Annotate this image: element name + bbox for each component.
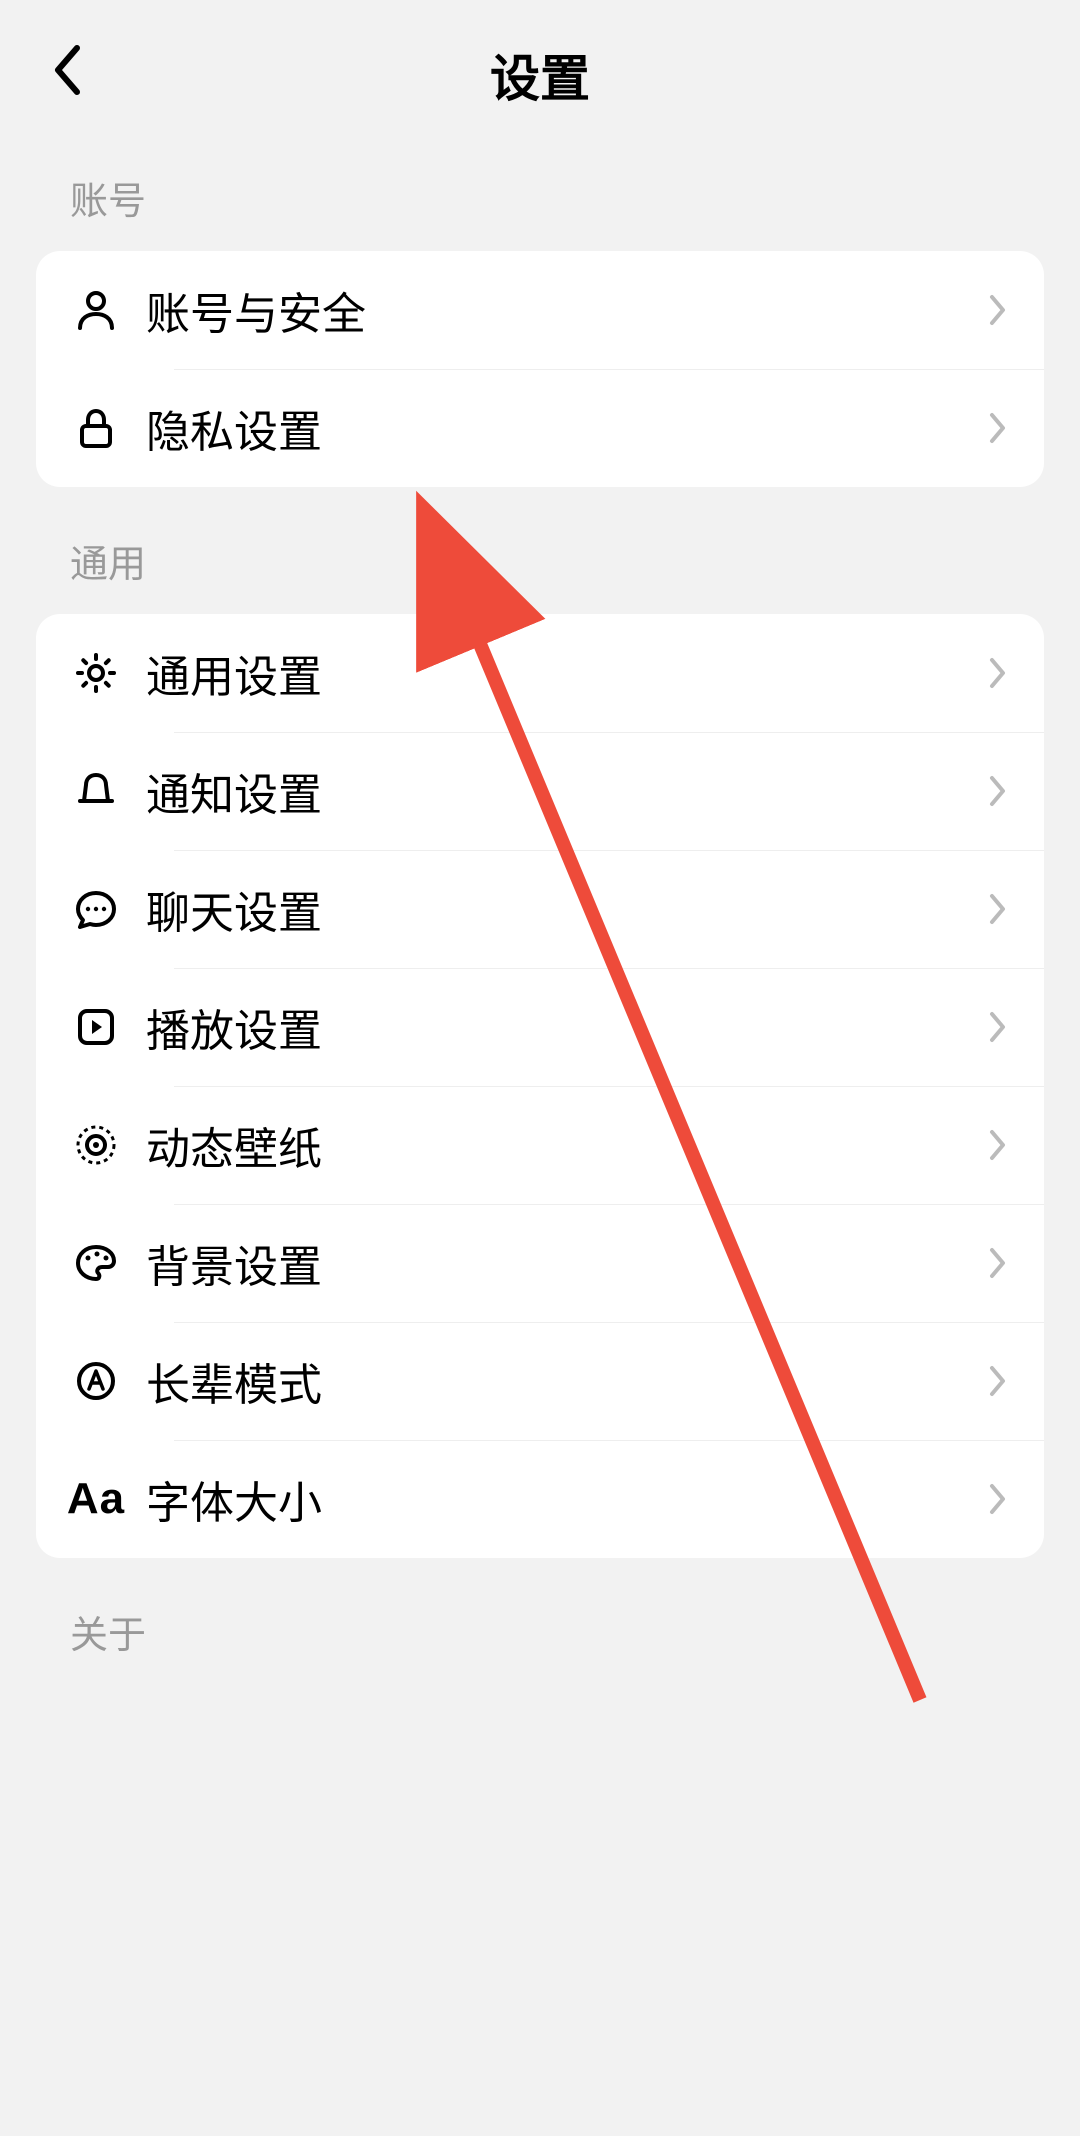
item-label: 背景设置 <box>146 1231 988 1295</box>
back-button[interactable] <box>36 40 96 100</box>
bell-icon <box>72 767 120 815</box>
item-label: 动态壁纸 <box>146 1113 988 1177</box>
chevron-right-icon <box>988 1364 1008 1398</box>
list-item-background-settings[interactable]: 背景设置 <box>36 1204 1044 1322</box>
list-item-elder-mode[interactable]: 长辈模式 <box>36 1322 1044 1440</box>
item-label: 通知设置 <box>146 759 988 823</box>
play-icon <box>72 1003 120 1051</box>
chevron-right-icon <box>988 1010 1008 1044</box>
gear-icon <box>72 649 120 697</box>
page-title: 设置 <box>490 39 590 111</box>
section-header-general: 通用 <box>0 487 1080 614</box>
chevron-left-icon <box>50 43 82 97</box>
chevron-right-icon <box>988 411 1008 445</box>
list-item-general-settings[interactable]: 通用设置 <box>36 614 1044 732</box>
chevron-right-icon <box>988 1246 1008 1280</box>
aa-icon: Aa <box>72 1475 120 1523</box>
chevron-right-icon <box>988 1128 1008 1162</box>
list-item-font-size[interactable]: Aa 字体大小 <box>36 1440 1044 1558</box>
circle-a-icon <box>72 1357 120 1405</box>
section-header-account: 账号 <box>0 140 1080 251</box>
list-item-chat-settings[interactable]: 聊天设置 <box>36 850 1044 968</box>
chevron-right-icon <box>988 293 1008 327</box>
chat-icon <box>72 885 120 933</box>
list-item-notification-settings[interactable]: 通知设置 <box>36 732 1044 850</box>
chevron-right-icon <box>988 1482 1008 1516</box>
item-label: 账号与安全 <box>146 278 988 342</box>
item-label: 聊天设置 <box>146 877 988 941</box>
person-icon <box>72 286 120 334</box>
list-item-privacy-settings[interactable]: 隐私设置 <box>36 369 1044 487</box>
target-icon <box>72 1121 120 1169</box>
chevron-right-icon <box>988 892 1008 926</box>
card-account: 账号与安全 隐私设置 <box>36 251 1044 487</box>
item-label: 播放设置 <box>146 995 988 1059</box>
item-label: 隐私设置 <box>146 396 988 460</box>
list-item-playback-settings[interactable]: 播放设置 <box>36 968 1044 1086</box>
item-label: 长辈模式 <box>146 1349 988 1413</box>
item-label: 通用设置 <box>146 641 988 705</box>
list-item-account-security[interactable]: 账号与安全 <box>36 251 1044 369</box>
card-general: 通用设置 通知设置 聊天设置 <box>36 614 1044 1558</box>
chevron-right-icon <box>988 656 1008 690</box>
section-header-about: 关于 <box>0 1558 1080 1659</box>
item-label: 字体大小 <box>146 1467 988 1531</box>
palette-icon <box>72 1239 120 1287</box>
list-item-live-wallpaper[interactable]: 动态壁纸 <box>36 1086 1044 1204</box>
chevron-right-icon <box>988 774 1008 808</box>
lock-icon <box>72 404 120 452</box>
header: 设置 <box>0 0 1080 140</box>
